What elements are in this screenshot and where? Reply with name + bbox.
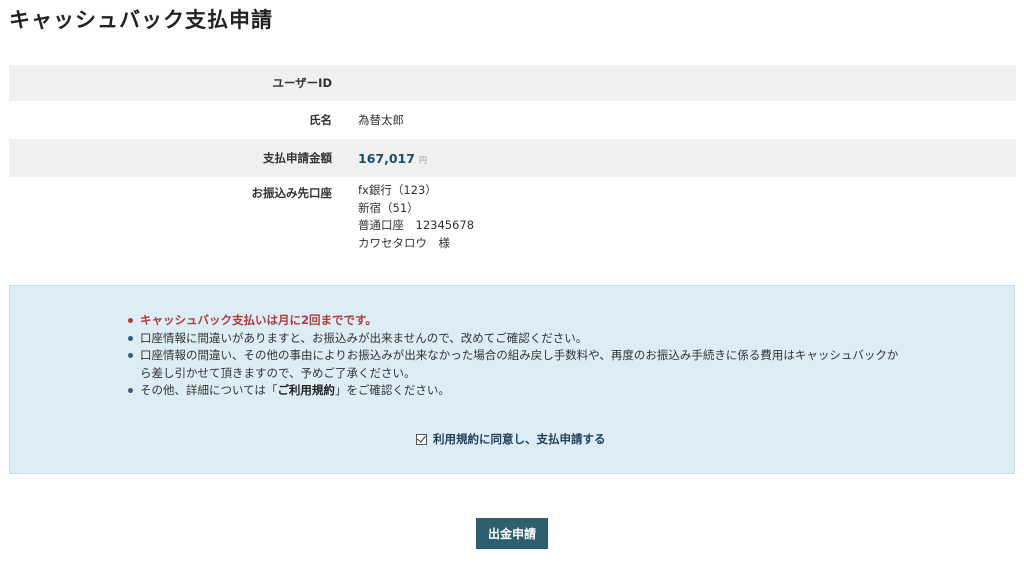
name-value: 為替太郎 [358,113,404,127]
account-details: fx銀行（123） 新宿（51） 普通口座 12345678 カワセタロウ 様 [358,182,474,252]
agree-checkbox-row[interactable]: 利用規約に同意し、支払申請する [416,431,606,447]
account-bank: fx銀行（123） [358,183,437,197]
checkmark-icon [417,432,426,443]
notice-item: その他、詳細については「ご利用規約」をご確認ください。 [126,382,906,400]
row-account: お振込み先口座 fx銀行（123） 新宿（51） 普通口座 12345678 カ… [9,177,1016,267]
amount-value-wrap: 167,017 円 [358,151,427,166]
name-label: 氏名 [309,113,332,127]
bullet-icon [128,388,133,393]
terms-prefix: その他、詳細については「 [140,383,278,397]
agree-checkbox[interactable] [416,432,427,445]
bullet-icon [128,335,133,341]
account-holder: カワセタロウ 様 [358,235,450,250]
account-label: お振込み先口座 [251,186,333,200]
notice-text: キャッシュバック支払いは月に2回までです。 [140,313,377,327]
page: キャッシュバック支払申請 ユーザーID 氏名 為替太郎 支払申請金額 167,0… [0,0,1024,563]
terms-suffix: 」をご確認ください。 [334,383,450,397]
amount-unit: 円 [418,155,427,165]
account-branch: 新宿（51） [358,200,419,215]
notice-text: 口座情報の間違い、その他の事由によりお振込みが出来なかった場合の組み戻し手数料や… [140,348,899,380]
notice-item: 口座情報の間違い、その他の事由によりお振込みが出来なかった場合の組み戻し手数料や… [126,347,906,382]
agree-label[interactable]: 利用規約に同意し、支払申請する [433,431,606,447]
notice-box: キャッシュバック支払いは月に2回までです。 口座情報に間違いがありますと、お振込… [9,285,1015,474]
account-number: 普通口座 12345678 [358,218,475,232]
info-table: ユーザーID 氏名 為替太郎 支払申請金額 167,017 円 お振込み先口座 f… [9,65,1016,267]
row-amount: 支払申請金額 167,017 円 [9,139,1016,177]
bullet-icon [128,318,133,323]
row-user-id: ユーザーID [9,65,1016,101]
notice-item: 口座情報に間違いがありますと、お振込みが出来ませんので、改めてご確認ください。 [126,330,906,348]
amount-value: 167,017 [358,150,415,166]
submit-withdrawal-button[interactable]: 出金申請 [476,518,548,549]
notice-item: キャッシュバック支払いは月に2回までです。 [126,312,906,330]
user-id-label: ユーザーID [272,76,332,90]
terms-link[interactable]: ご利用規約 [277,383,335,397]
amount-label: 支払申請金額 [263,151,332,165]
notice-text: 口座情報に間違いがありますと、お振込みが出来ませんので、改めてご確認ください。 [140,330,588,345]
row-name: 氏名 為替太郎 [9,101,1016,139]
page-title: キャッシュバック支払申請 [9,8,273,32]
bullet-icon [128,353,133,358]
notice-list: キャッシュバック支払いは月に2回までです。 口座情報に間違いがありますと、お振込… [126,312,906,400]
